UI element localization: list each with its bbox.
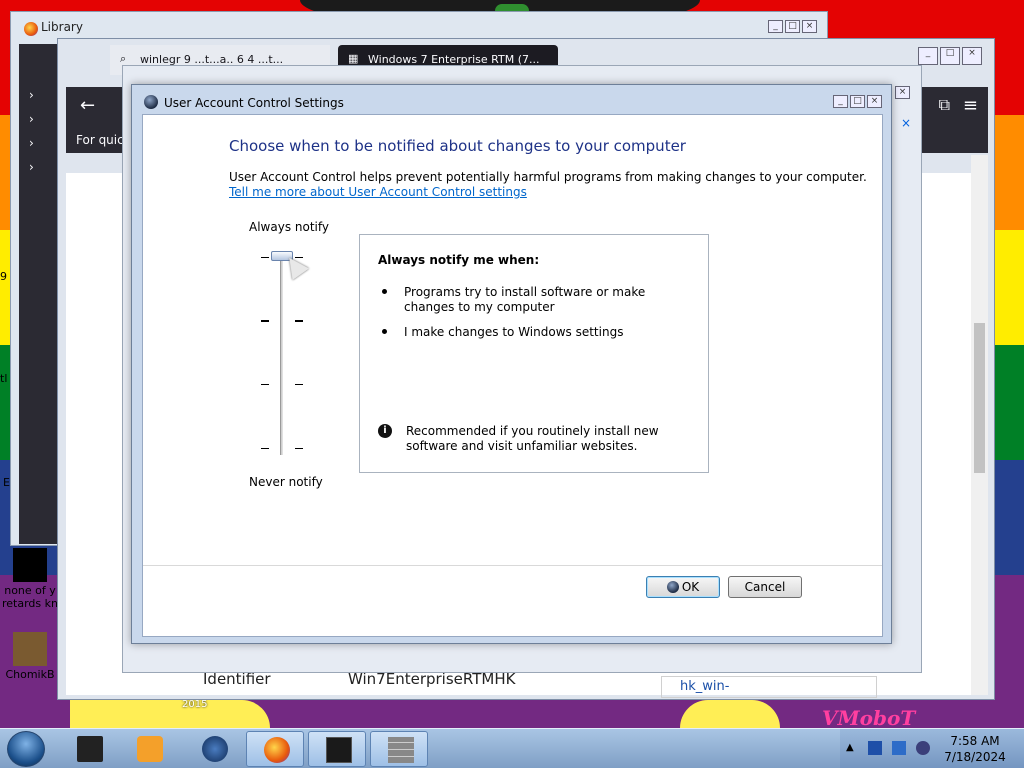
- browser-window-controls: _ □ ×: [918, 47, 982, 65]
- info-bullet-text: I make changes to Windows settings: [404, 325, 624, 339]
- scrollbar-thumb[interactable]: [974, 323, 985, 473]
- close-button[interactable]: ×: [867, 95, 882, 108]
- uac-shield-icon: [144, 95, 158, 109]
- sidebar-expander[interactable]: ›: [29, 112, 34, 126]
- slider-tick: [295, 384, 303, 385]
- wallpaper-yellow-shape-2: [680, 700, 780, 728]
- bullet-icon: [382, 329, 387, 334]
- desktop-icon[interactable]: none of y retards kn: [0, 548, 60, 610]
- show-hidden-icons-arrow[interactable]: ▲: [846, 742, 854, 753]
- slider-tick: [261, 384, 269, 385]
- slider-top-label: Always notify: [249, 220, 329, 234]
- minimize-button[interactable]: _: [918, 47, 938, 65]
- brick-wall-icon: [388, 737, 414, 763]
- learn-more-link[interactable]: Tell me more about User Account Control …: [229, 185, 527, 199]
- taskbar-item-active[interactable]: [370, 731, 428, 767]
- notification-slider-track[interactable]: [280, 255, 283, 455]
- wallpaper-watermark: VMoboT: [822, 706, 916, 730]
- search-icon: ⌕: [120, 52, 127, 65]
- media-player-icon: [137, 736, 163, 762]
- info-icon: i: [378, 424, 392, 438]
- dialog-body: Choose when to be notified about changes…: [142, 114, 883, 637]
- recommendation-text: Recommended if you routinely install new…: [406, 424, 659, 453]
- desktop-edge-text: tl: [0, 372, 8, 385]
- dialog-window-controls: _ □ ×: [833, 95, 882, 108]
- sidebar-expander[interactable]: ›: [29, 136, 34, 150]
- dialog-title: User Account Control Settings: [164, 96, 344, 110]
- slider-bottom-label: Never notify: [249, 475, 323, 489]
- desktop-edge-text: 9: [0, 270, 7, 283]
- clock-date[interactable]: 7/18/2024: [940, 750, 1010, 764]
- bullet-icon: [382, 289, 387, 294]
- sidebar-expander[interactable]: ›: [29, 88, 34, 102]
- taskbar-item[interactable]: [60, 731, 118, 767]
- clock-time[interactable]: 7:58 AM: [940, 734, 1010, 748]
- desktop-icon-label: ChomikB: [5, 668, 55, 681]
- minimize-button[interactable]: _: [833, 95, 848, 108]
- bear-icon: [13, 632, 47, 666]
- taskbar-item-active[interactable]: [246, 731, 304, 767]
- browser-scrollbar[interactable]: [971, 155, 988, 695]
- desktop-icon-label: none of y: [4, 584, 56, 597]
- network-icon[interactable]: [868, 741, 882, 755]
- footer-divider: [143, 565, 882, 566]
- library-sidebar: › › › ›: [19, 44, 61, 544]
- table-cell-link[interactable]: hk_win-: [661, 676, 877, 698]
- ok-button[interactable]: OK: [646, 576, 720, 598]
- page-icon: ▦: [348, 52, 359, 65]
- taskbar: ▲ 7:58 AM 7/18/2024: [0, 728, 1024, 768]
- slider-tick: [295, 448, 303, 449]
- notification-info-box: Always notify me when: Programs try to i…: [359, 234, 709, 473]
- slider-tick: [261, 448, 269, 449]
- taskbar-item-active[interactable]: [308, 731, 366, 767]
- close-button[interactable]: ×: [895, 86, 910, 99]
- panel-controls: ×: [895, 86, 910, 99]
- hamburger-menu-icon[interactable]: ≡: [963, 95, 978, 116]
- uac-settings-dialog[interactable]: User Account Control Settings _ □ × Choo…: [131, 84, 892, 644]
- info-bullet: Programs try to install software or make…: [382, 285, 682, 315]
- maximize-button[interactable]: □: [940, 47, 960, 65]
- video-window-icon: [326, 737, 352, 763]
- library-window-controls: _ □ ×: [768, 20, 817, 33]
- slider-tick: [295, 320, 303, 322]
- info-bullet-text: Programs try to install software or make…: [404, 285, 646, 314]
- uac-shield-icon: [666, 581, 679, 593]
- display-icon[interactable]: [892, 741, 906, 755]
- desktop-edge-text: E: [3, 476, 10, 489]
- maximize-button[interactable]: □: [850, 95, 865, 108]
- slider-tick: [261, 257, 269, 258]
- firefox-icon: [264, 737, 290, 763]
- wallpaper-yellow-shape: [70, 700, 270, 728]
- desktop-icon-label: retards kn: [2, 597, 58, 610]
- sidebar-expander[interactable]: ›: [29, 160, 34, 174]
- page-title: Choose when to be notified about changes…: [229, 137, 686, 155]
- firefox-icon: [24, 22, 38, 36]
- terminal-icon: [77, 736, 103, 762]
- wallpaper-year-label: 2015: [182, 699, 208, 710]
- system-tray: ▲ 7:58 AM 7/18/2024: [840, 729, 1024, 768]
- maximize-button[interactable]: □: [785, 20, 800, 33]
- cancel-button-label: Cancel: [744, 580, 786, 594]
- library-window-title: Library: [41, 20, 83, 34]
- close-button[interactable]: ×: [802, 20, 817, 33]
- volume-icon[interactable]: [916, 741, 930, 755]
- globe-icon: [202, 736, 228, 762]
- minimize-button[interactable]: _: [768, 20, 783, 33]
- taskbar-item[interactable]: [185, 731, 243, 767]
- close-button[interactable]: ×: [962, 47, 982, 65]
- start-button[interactable]: [7, 731, 45, 767]
- desktop-icon[interactable]: ChomikB: [0, 632, 60, 681]
- info-bullet: I make changes to Windows settings: [382, 325, 682, 340]
- slider-tick: [261, 320, 269, 322]
- file-icon: [13, 548, 47, 582]
- taskbar-item[interactable]: [120, 731, 178, 767]
- cancel-button[interactable]: Cancel: [728, 576, 802, 598]
- back-arrow-icon[interactable]: ←: [80, 95, 95, 116]
- info-box-title: Always notify me when:: [378, 253, 540, 267]
- dialog-description: User Account Control helps prevent poten…: [229, 170, 867, 184]
- dismiss-icon[interactable]: ×: [901, 116, 911, 130]
- extensions-icon[interactable]: ⧉: [939, 95, 950, 115]
- ok-button-label: OK: [681, 580, 700, 594]
